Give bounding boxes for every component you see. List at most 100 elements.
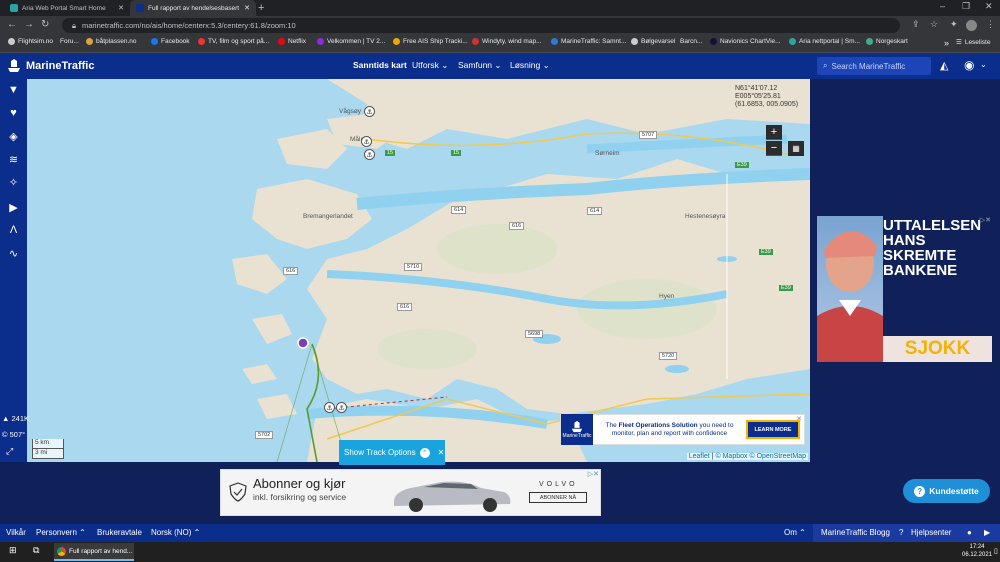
footer-terms-link[interactable]: Vilkår — [6, 528, 26, 537]
notifications-icon[interactable]: ◭ — [940, 59, 948, 72]
menu-community[interactable]: Samfunn ⌄ — [458, 60, 502, 71]
clock[interactable]: 17:24 06.12.2021 — [962, 543, 992, 559]
mapbox-link[interactable]: © Mapbox — [716, 453, 748, 460]
close-window-button[interactable]: ✕ — [985, 1, 993, 12]
maximize-button[interactable]: ❐ — [962, 1, 970, 12]
new-tab-button[interactable]: + — [258, 2, 264, 14]
taskbar-chrome-app[interactable]: Full rapport av hend... — [54, 543, 134, 561]
analytics-icon[interactable]: ∿ — [0, 242, 27, 264]
subscribe-now-button[interactable]: ABONNER NÅ — [529, 492, 587, 503]
bookmark-icon — [8, 38, 15, 45]
bookmark-item[interactable]: Barcn... — [680, 38, 702, 45]
bookmark-item[interactable]: båtplassen.no — [86, 38, 136, 45]
bookmark-item[interactable]: Navionics ChartVie... — [710, 38, 781, 45]
port-marker-icon[interactable]: ⚓︎ — [364, 149, 375, 160]
bookmark-item[interactable]: Foru... — [60, 38, 79, 45]
minimize-button[interactable]: – — [940, 1, 945, 11]
close-icon[interactable]: ✕ — [438, 448, 445, 457]
port-marker-icon[interactable]: ⚓︎ — [364, 106, 375, 117]
port-marker-icon[interactable]: ⚓︎ — [336, 402, 347, 413]
tab-marinetraffic[interactable]: Full rapport av hendelsesbasert ✕ — [130, 0, 256, 16]
fleet-ops-ad[interactable]: MarineTraffic The Fleet Operations Solut… — [560, 414, 805, 445]
bookmark-item[interactable]: TV, film og sport på... — [198, 38, 269, 45]
ad-tag: SJOKK — [883, 336, 992, 362]
layers-icon[interactable]: ◈ — [0, 125, 27, 147]
bookmark-item[interactable]: Facebook — [151, 38, 190, 45]
play-icon[interactable]: ▶ — [0, 196, 27, 218]
windows-start-icon[interactable]: ⊞ — [9, 545, 17, 556]
apple-icon[interactable]: ● — [967, 528, 972, 537]
help-center-icon[interactable]: ? — [899, 528, 903, 537]
ad-choices-icon[interactable]: ▷✕ — [980, 216, 991, 224]
google-play-icon[interactable]: ▶ — [984, 528, 990, 537]
footer-language-selector[interactable]: Norsk (NO) ⌃ — [151, 528, 200, 537]
show-track-options-button[interactable]: Show Track Options ⌃ ✕ — [339, 440, 445, 465]
live-map[interactable]: Vågsøy Måløy Bremangerlandet Sørneim Hes… — [27, 79, 810, 462]
bookmark-item[interactable]: MarineTraffic: Samnt... — [551, 38, 626, 45]
port-marker-icon[interactable]: ⚓︎ — [324, 402, 335, 413]
person-photo-icon — [817, 230, 883, 362]
notification-center-icon[interactable]: ▯ — [994, 547, 998, 555]
back-icon[interactable]: ← — [7, 19, 17, 30]
side-advertisement[interactable]: UTTALELSEN HANS SKREMTE BANKENE SJOKK ▷✕ — [817, 216, 992, 362]
footer-blog-link[interactable]: MarineTraffic Blogg — [821, 528, 890, 537]
footer-user-agreement-link[interactable]: Brukeravtale — [97, 528, 142, 537]
zoom-out-button[interactable]: − — [766, 141, 782, 156]
chevron-down-icon[interactable]: ⌄ — [980, 60, 987, 69]
tab-label: Full rapport av hendelsesbasert — [148, 4, 240, 12]
leaflet-link[interactable]: Leaflet — [689, 453, 710, 460]
menu-live-map[interactable]: Sanntids kart — [353, 60, 407, 70]
car-image-icon — [394, 481, 511, 512]
footer-help-center-link[interactable]: Hjelpsenter — [911, 528, 951, 537]
bookmark-item[interactable]: Velkommen | TV 2... — [317, 38, 385, 45]
star-icon[interactable]: ☆ — [930, 19, 938, 30]
bookmark-icon — [789, 38, 796, 45]
marinetraffic-logo[interactable]: MarineTraffic — [6, 58, 94, 74]
close-icon[interactable]: ✕ — [118, 4, 124, 12]
measure-icon[interactable]: ✧ — [0, 171, 27, 193]
forward-icon[interactable]: → — [24, 19, 34, 30]
fullscreen-icon[interactable]: ⤢ — [6, 446, 13, 457]
url-field[interactable]: 🔒︎ marinetraffic.com/no/ais/home/centerx… — [62, 18, 900, 33]
road-shield: 614 — [451, 206, 467, 214]
close-icon[interactable]: ✕ — [796, 415, 802, 423]
zoom-in-button[interactable]: + — [766, 125, 782, 140]
reload-icon[interactable]: ↻ — [41, 19, 49, 30]
extension-icon[interactable]: ✦ — [950, 19, 958, 30]
bookmark-item[interactable]: Bølgevarsel — [631, 38, 675, 45]
bookmark-item[interactable]: Netflix — [278, 38, 306, 45]
footer-privacy-link[interactable]: Personvern ⌃ — [36, 528, 86, 537]
map-layers-icon[interactable]: ▦ — [788, 141, 804, 156]
menu-solutions[interactable]: Løsning ⌄ — [510, 60, 550, 71]
bookmark-item[interactable]: Norgeskart — [866, 38, 908, 45]
task-view-icon[interactable]: ⧉ — [33, 545, 39, 556]
bookmark-item[interactable]: Free AIS Ship Tracki... — [393, 38, 468, 45]
ad-choices-icon[interactable]: ▷✕ — [588, 470, 599, 478]
osm-link[interactable]: © OpenStreetMap — [749, 453, 806, 460]
route-icon[interactable]: Ʌ — [0, 219, 27, 241]
bookmark-item[interactable]: Windyty, wind map... — [472, 38, 541, 45]
menu-dots-icon[interactable]: ⋮ — [986, 19, 995, 30]
bottom-advertisement[interactable]: Abonner og kjør inkl. forsikring og serv… — [220, 469, 601, 516]
user-account-icon[interactable]: ◉ — [964, 58, 974, 72]
bookmark-item[interactable]: Flightsim.no — [8, 38, 53, 45]
profile-avatar[interactable] — [966, 20, 977, 31]
weather-icon[interactable]: ≋ — [0, 148, 27, 170]
share-icon[interactable]: ⇪ — [912, 19, 920, 30]
tab-aria[interactable]: Ariа Web Portal Smart Home ✕ — [4, 0, 130, 16]
footer-about-link[interactable]: Om ⌃ — [784, 528, 806, 537]
bookmarks-more-icon[interactable]: » — [944, 38, 949, 48]
favorite-icon[interactable]: ♥ — [0, 102, 27, 124]
reading-list[interactable]: ☰ Leseliste — [956, 38, 990, 47]
learn-more-button[interactable]: LEARN MORE — [746, 420, 800, 439]
menu-explore[interactable]: Utforsk ⌄ — [412, 60, 448, 71]
filter-icon[interactable]: ▼ — [0, 79, 27, 101]
tab-label: Ariа Web Portal Smart Home — [22, 4, 106, 12]
customer-support-button[interactable]: ? Kundestøtte — [903, 479, 990, 503]
port-marker-icon[interactable]: ⚓︎ — [361, 136, 372, 147]
bookmark-icon — [393, 38, 400, 45]
search-input[interactable]: ⌕ Search MarineTraffic — [817, 57, 931, 75]
ad-headline: Abonner og kjør — [253, 476, 346, 491]
close-icon[interactable]: ✕ — [244, 4, 250, 12]
bookmark-item[interactable]: Aria nettportal | Sm... — [789, 38, 860, 45]
